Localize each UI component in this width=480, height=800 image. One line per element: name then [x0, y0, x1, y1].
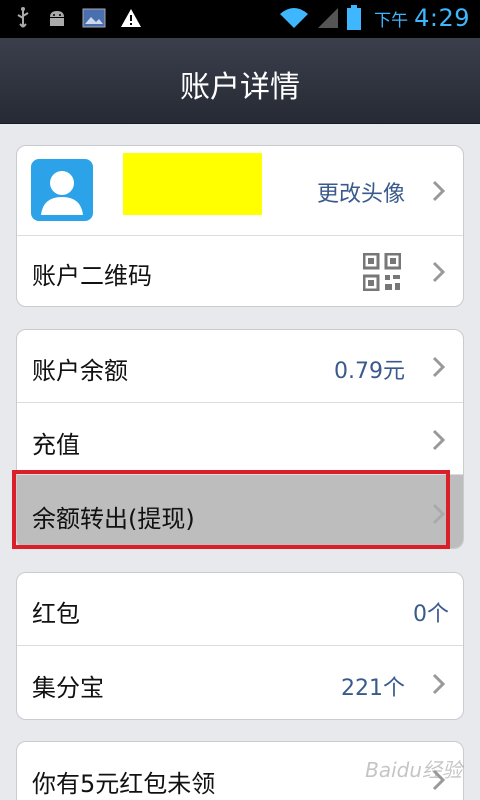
profile-group: 更改头像 账户二维码: [16, 145, 464, 307]
status-bar: 下午 4:29: [0, 0, 480, 38]
rewards-group: 红包 0个 集分宝 221个: [16, 572, 464, 720]
usb-icon: [17, 7, 29, 28]
chevron-right-icon: [432, 356, 446, 378]
redacted-account-name: [123, 153, 262, 215]
qr-code-icon: [363, 253, 401, 291]
jifenbao-count: 221个: [341, 676, 405, 701]
highlight-box: [12, 470, 450, 549]
red-packet-label: 红包: [32, 600, 80, 628]
account-qrcode-row[interactable]: 账户二维码: [17, 236, 463, 306]
chevron-right-icon: [432, 180, 446, 202]
status-ampm: 下午: [374, 10, 409, 31]
account-balance-label: 账户余额: [32, 357, 128, 385]
wifi-icon: [280, 8, 309, 28]
avatar: [31, 159, 93, 221]
recharge-row[interactable]: 充值: [17, 403, 463, 475]
jifenbao-label: 集分宝: [32, 674, 104, 702]
chevron-right-icon: [432, 673, 446, 695]
user-silhouette-icon: [41, 171, 83, 215]
warning-icon: [121, 9, 141, 27]
watermark: Baidu经验: [365, 758, 462, 782]
change-avatar-link[interactable]: 更改头像: [317, 176, 405, 208]
recharge-label: 充值: [32, 431, 80, 459]
account-qrcode-label: 账户二维码: [32, 262, 152, 290]
red-packet-row[interactable]: 红包 0个: [17, 573, 463, 646]
android-debug-icon: [50, 11, 64, 26]
account-balance-row[interactable]: 账户余额 0.79元: [17, 330, 463, 403]
jifenbao-row[interactable]: 集分宝 221个: [17, 646, 463, 719]
red-packet-count: 0个: [413, 602, 449, 627]
page-title: 账户详情: [180, 70, 300, 105]
battery-icon: [347, 5, 362, 30]
account-balance-value: 0.79元: [334, 359, 405, 384]
status-time: 4:29: [414, 4, 470, 32]
image-icon: [82, 8, 106, 28]
unclaimed-packet-label: 你有5元红包未领: [32, 770, 216, 798]
chevron-right-icon: [432, 429, 446, 451]
signal-icon: [318, 8, 339, 28]
change-avatar-row[interactable]: 更改头像: [17, 146, 463, 236]
chevron-right-icon: [432, 261, 446, 283]
title-bar: 账户详情: [0, 38, 480, 124]
